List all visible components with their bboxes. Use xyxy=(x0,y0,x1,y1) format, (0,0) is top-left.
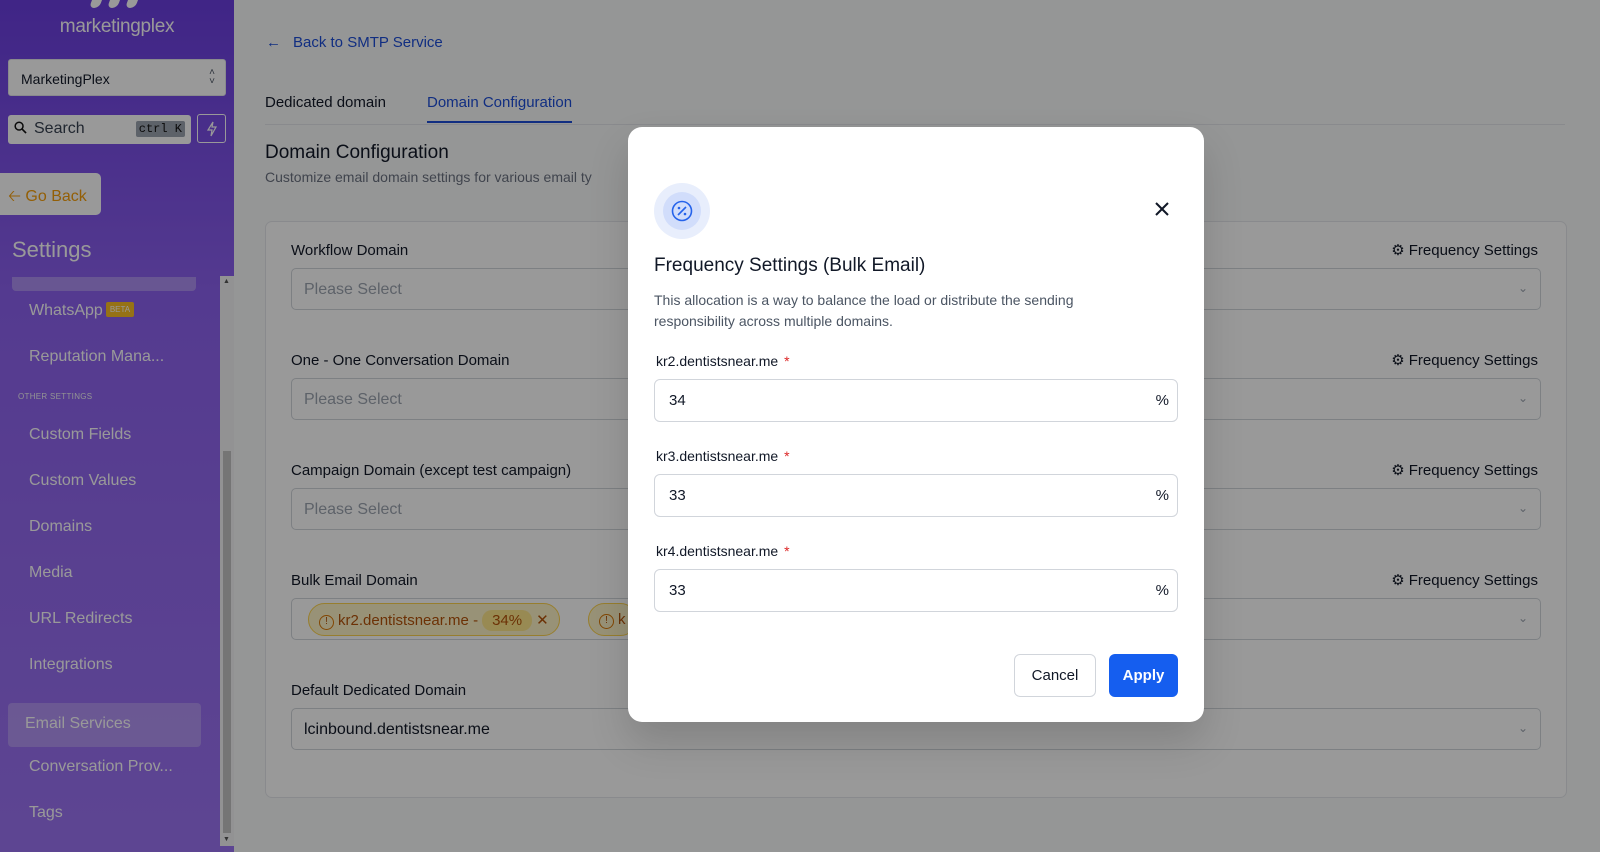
domain-1-percent-input[interactable] xyxy=(669,380,1129,421)
modal-title: Frequency Settings (Bulk Email) xyxy=(654,255,926,276)
percent-suffix: % xyxy=(1155,392,1169,409)
domain-2-percent-field[interactable]: % xyxy=(654,474,1178,517)
required-mark: * xyxy=(784,353,790,369)
domain-1-percent-field[interactable]: % xyxy=(654,379,1178,422)
domain-3-percent-field[interactable]: % xyxy=(654,569,1178,612)
percent-icon xyxy=(654,183,710,239)
frequency-settings-modal: Frequency Settings (Bulk Email) This all… xyxy=(628,127,1204,722)
required-mark: * xyxy=(784,543,790,559)
domain-2-label: kr3.dentistsnear.me * xyxy=(656,448,790,464)
required-mark: * xyxy=(784,448,790,464)
close-icon[interactable] xyxy=(1152,199,1172,219)
domain-label-text: kr4.dentistsnear.me xyxy=(656,543,779,559)
cancel-button[interactable]: Cancel xyxy=(1014,654,1096,697)
percent-suffix: % xyxy=(1155,487,1169,504)
domain-2-percent-input[interactable] xyxy=(669,475,1129,516)
domain-3-percent-input[interactable] xyxy=(669,570,1129,611)
apply-button[interactable]: Apply xyxy=(1109,654,1178,697)
percent-suffix: % xyxy=(1155,582,1169,599)
domain-1-label: kr2.dentistsnear.me * xyxy=(656,353,790,369)
modal-description: This allocation is a way to balance the … xyxy=(654,292,1074,329)
domain-3-label: kr4.dentistsnear.me * xyxy=(656,543,790,559)
domain-label-text: kr3.dentistsnear.me xyxy=(656,448,779,464)
domain-label-text: kr2.dentistsnear.me xyxy=(656,353,779,369)
